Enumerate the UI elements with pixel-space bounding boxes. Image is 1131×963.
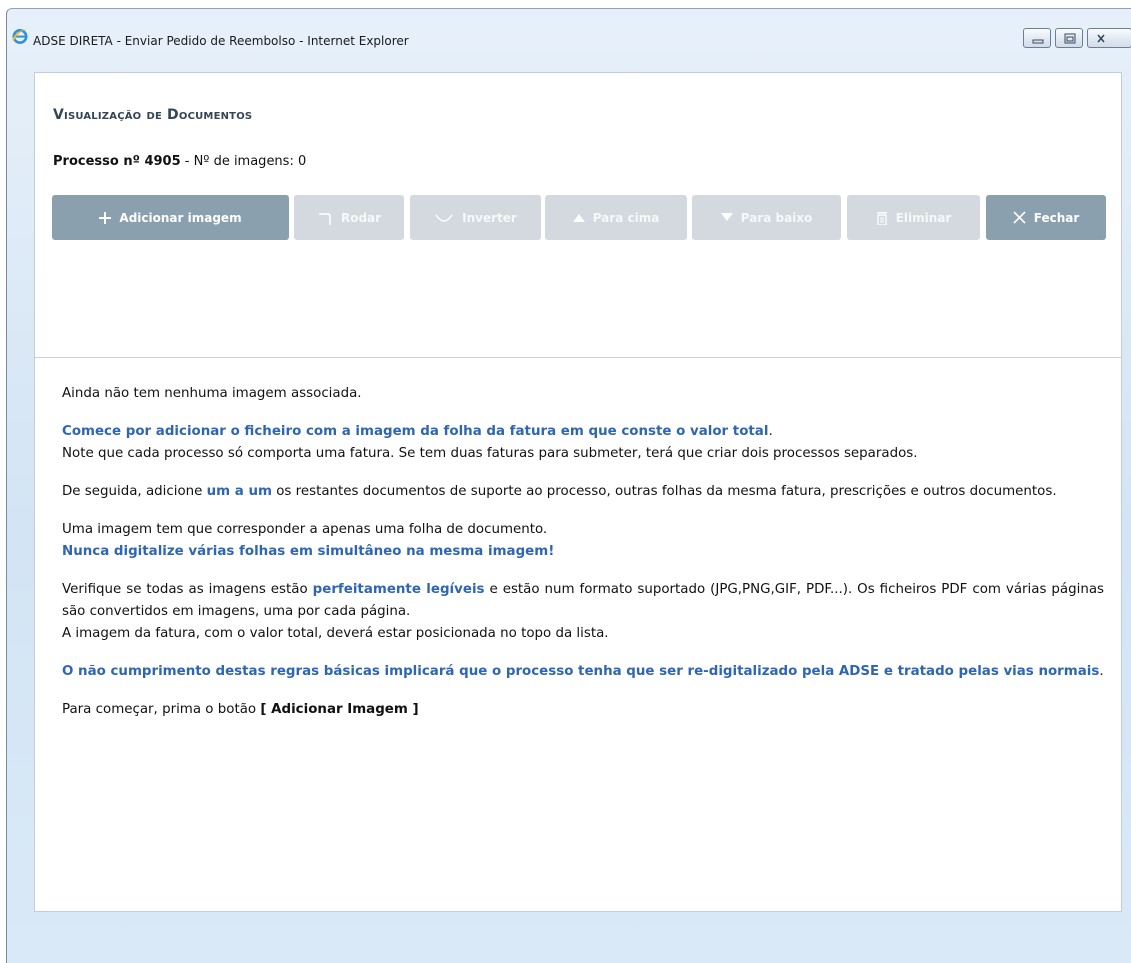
internet-explorer-icon <box>12 29 28 44</box>
no-images-text: Ainda não tem nenhuma imagem associada. <box>62 386 362 401</box>
add-image-button[interactable]: Adicionar imagem <box>52 195 289 240</box>
highlight-text: perfeitamente legíveis <box>312 582 485 597</box>
instruction-paragraph: Comece por adicionar o ficheiro com a im… <box>62 421 1104 465</box>
instruction-paragraph: Verifique se todas as imagens estão perf… <box>62 579 1104 645</box>
text: os restantes documentos de suporte ao pr… <box>271 484 1057 499</box>
instruction-paragraph: O não cumprimento destas regras básicas … <box>62 661 1104 683</box>
title-bar: ADSE DIRETA - Enviar Pedido de Reembolso… <box>7 9 1131 75</box>
highlight-text: Comece por adicionar o ficheiro com a im… <box>62 424 769 439</box>
text: Verifique se todas as imagens estão <box>62 582 313 597</box>
flip-label: Inverter <box>462 210 517 225</box>
image-count: - Nº de imagens: 0 <box>180 154 307 169</box>
button-reference: [ Adicionar Imagem ] <box>260 702 419 717</box>
highlight-text: O não cumprimento destas regras básicas … <box>62 664 1100 679</box>
flip-icon <box>434 211 454 225</box>
document-viewer-panel: Visualização de Documentos Processo nº 4… <box>34 72 1122 912</box>
minimize-button[interactable] <box>1023 28 1051 48</box>
instruction-paragraph: Ainda não tem nenhuma imagem associada. <box>62 383 1104 405</box>
flip-button[interactable]: Inverter <box>410 195 541 240</box>
instruction-paragraph: Para começar, prima o botão [ Adicionar … <box>62 699 1104 721</box>
text: . <box>768 424 773 439</box>
restore-icon <box>1064 33 1076 44</box>
divider <box>34 357 1122 358</box>
move-up-button[interactable]: Para cima <box>545 195 687 240</box>
window-title: ADSE DIRETA - Enviar Pedido de Reembolso… <box>33 34 409 48</box>
page-title: Visualização de Documentos <box>53 107 253 123</box>
move-down-button[interactable]: Para baixo <box>692 195 841 240</box>
process-number: Processo nº 4905 <box>53 154 181 169</box>
instructions: Ainda não tem nenhuma imagem associada. … <box>62 383 1104 737</box>
instruction-paragraph: Uma imagem tem que corresponder a apenas… <box>62 519 1104 563</box>
arrow-down-icon <box>720 213 733 222</box>
text: Note que cada processo só comporta uma f… <box>62 446 918 461</box>
restore-button[interactable] <box>1055 28 1083 48</box>
close-window-button[interactable] <box>1087 28 1131 48</box>
highlight-text: um a um <box>206 484 272 499</box>
move-down-label: Para baixo <box>740 210 813 225</box>
rotate-icon <box>317 210 333 226</box>
trash-icon <box>876 211 888 225</box>
text: . <box>1099 664 1104 679</box>
close-icon <box>1013 211 1026 224</box>
delete-label: Eliminar <box>895 210 952 225</box>
minimize-icon <box>1032 39 1044 44</box>
text: Para começar, prima o botão <box>62 702 261 717</box>
close-icon <box>1097 34 1105 43</box>
close-button[interactable]: Fechar <box>986 195 1106 240</box>
text: A imagem da fatura, com o valor total, d… <box>62 626 609 641</box>
rotate-button[interactable]: Rodar <box>294 195 404 240</box>
close-label: Fechar <box>1033 210 1080 225</box>
rotate-label: Rodar <box>340 210 382 225</box>
add-image-label: Adicionar imagem <box>119 210 242 225</box>
delete-button[interactable]: Eliminar <box>847 195 980 240</box>
plus-icon <box>99 211 112 224</box>
highlight-text: Nunca digitalize várias folhas em simult… <box>62 544 555 559</box>
text: De seguida, adicione <box>62 484 207 499</box>
arrow-up-icon <box>572 213 585 222</box>
instruction-paragraph: De seguida, adicione um a um os restante… <box>62 481 1104 503</box>
text: Uma imagem tem que corresponder a apenas… <box>62 522 548 537</box>
process-info: Processo nº 4905 - Nº de imagens: 0 <box>53 154 306 169</box>
move-up-label: Para cima <box>592 210 660 225</box>
